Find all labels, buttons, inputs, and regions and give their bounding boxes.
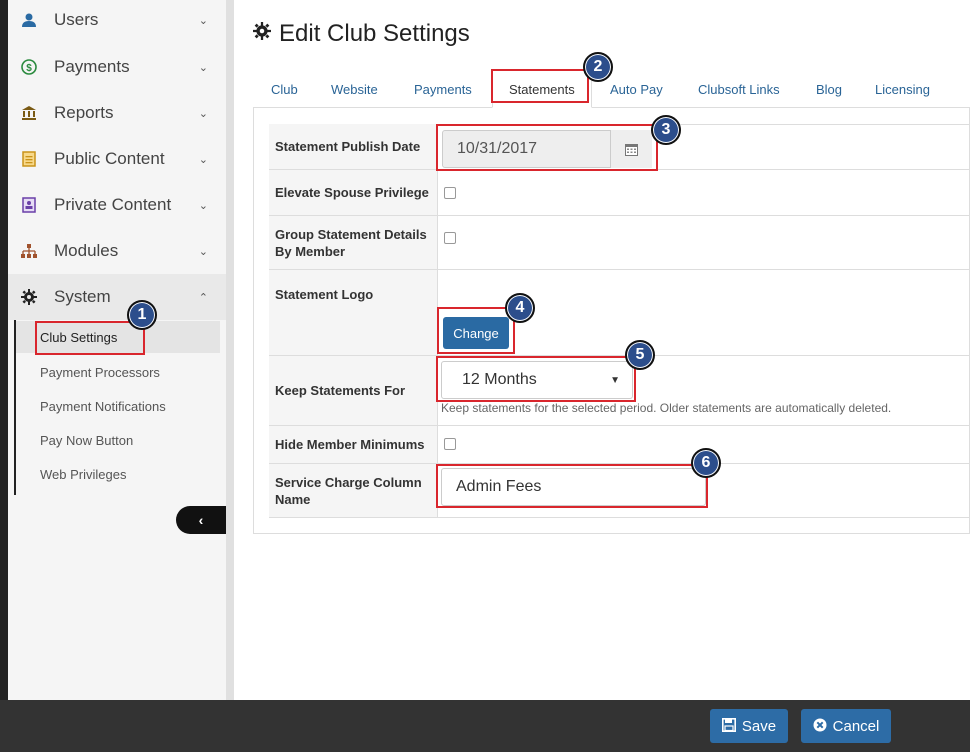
- dropdown-arrow-icon: ▼: [610, 374, 620, 386]
- tab-label: Licensing: [875, 81, 930, 97]
- chevron-down-icon: ⌄: [198, 61, 208, 74]
- keep-statements-help: Keep statements for the selected period.…: [441, 401, 892, 415]
- form-row-elevate-spouse: Elevate Spouse Privilege: [269, 170, 970, 216]
- submenu-item-web-privileges[interactable]: Web Privileges: [16, 458, 220, 490]
- submenu-item-payment-notifications[interactable]: Payment Notifications: [16, 390, 220, 422]
- page-title-text: Edit Club Settings: [279, 20, 470, 47]
- chevron-left-icon: ‹: [198, 512, 204, 528]
- bank-icon: [18, 104, 40, 122]
- submenu-item-pay-now-button[interactable]: Pay Now Button: [16, 424, 220, 456]
- tab-blog[interactable]: Blog: [800, 70, 858, 108]
- group-details-checkbox[interactable]: [444, 232, 456, 244]
- document-icon: [18, 150, 40, 168]
- hide-minimums-label: Hide Member Minimums: [269, 426, 438, 463]
- gear-icon: [253, 22, 271, 46]
- sidebar-item-label: Private Content: [54, 195, 172, 214]
- sidebar-item-label: Reports: [54, 103, 114, 122]
- svg-text:$: $: [26, 63, 32, 74]
- form-row-group-details: Group Statement Details By Member: [269, 216, 970, 270]
- callout-2: 2: [583, 52, 613, 82]
- calendar-button[interactable]: [610, 130, 652, 168]
- page-title: Edit Club Settings: [253, 20, 470, 48]
- tab-label: Clubsoft Links: [698, 81, 780, 97]
- submenu-label: Web Privileges: [40, 466, 127, 482]
- submenu-item-club-settings[interactable]: Club Settings: [16, 321, 220, 353]
- hide-minimums-checkbox[interactable]: [444, 438, 456, 450]
- floppy-disk-icon: [721, 717, 736, 735]
- collapse-sidebar-button[interactable]: ‹: [176, 506, 226, 534]
- callout-3: 3: [651, 115, 681, 145]
- statement-logo-label: Statement Logo: [269, 270, 438, 355]
- elevate-spouse-checkbox[interactable]: [444, 187, 456, 199]
- chevron-up-icon: ⌃: [198, 291, 208, 304]
- sidebar-item-private-content[interactable]: Private Content ⌄: [8, 182, 226, 228]
- chevron-down-icon: ⌄: [198, 14, 208, 27]
- user-icon: [18, 11, 40, 29]
- chevron-down-icon: ⌄: [198, 107, 208, 120]
- service-charge-label: Service Charge Column Name: [269, 464, 438, 517]
- sidebar-item-modules[interactable]: Modules ⌄: [8, 228, 226, 274]
- tab-licensing[interactable]: Licensing: [859, 70, 946, 108]
- close-circle-icon: [813, 718, 827, 735]
- submenu-label: Pay Now Button: [40, 432, 134, 448]
- tab-label: Website: [331, 81, 378, 97]
- sidebar-item-system[interactable]: System ⌃: [8, 274, 226, 320]
- tab-label: Club: [271, 81, 298, 97]
- change-logo-button[interactable]: Change: [443, 317, 509, 349]
- form-row-statement-logo: Statement Logo: [269, 270, 970, 356]
- publish-date-label: Statement Publish Date: [269, 124, 438, 169]
- keep-statements-select[interactable]: 12 Months ▼: [441, 361, 633, 399]
- tab-label: Blog: [816, 81, 843, 97]
- callout-1: 1: [127, 300, 157, 330]
- gear-icon: [18, 288, 40, 306]
- sidebar-item-label: Payments: [54, 57, 130, 76]
- tab-label: Statements: [509, 81, 575, 97]
- chevron-down-icon: ⌄: [198, 245, 208, 258]
- system-submenu: Club Settings Payment Processors Payment…: [14, 320, 220, 495]
- calendar-icon: [625, 143, 638, 156]
- tab-label: Payments: [414, 81, 472, 97]
- chevron-down-icon: ⌄: [198, 153, 208, 166]
- sidebar-divider: [226, 0, 234, 700]
- sidebar-item-reports[interactable]: Reports ⌄: [8, 90, 226, 136]
- dollar-circle-icon: $: [18, 58, 40, 76]
- service-charge-input[interactable]: Admin Fees: [441, 468, 706, 506]
- group-details-label: Group Statement Details By Member: [269, 216, 438, 269]
- chevron-down-icon: ⌄: [198, 199, 208, 212]
- sidebar-item-label: System: [54, 287, 111, 306]
- cancel-label: Cancel: [832, 717, 880, 735]
- cancel-button[interactable]: Cancel: [801, 709, 891, 743]
- sidebar-item-users[interactable]: Users ⌄: [8, 0, 226, 40]
- submenu-label: Payment Notifications: [40, 398, 166, 414]
- elevate-spouse-label: Elevate Spouse Privilege: [269, 170, 438, 215]
- tab-label: Auto Pay: [610, 81, 663, 97]
- sidebar-item-label: Modules: [54, 241, 119, 260]
- tab-club[interactable]: Club: [255, 70, 314, 108]
- sidebar-item-label: Users: [54, 10, 99, 29]
- sidebar-item-label: Public Content: [54, 149, 165, 168]
- keep-statements-label: Keep Statements For: [269, 356, 438, 425]
- tab-payments[interactable]: Payments: [398, 70, 488, 108]
- service-charge-value: Admin Fees: [456, 478, 542, 495]
- submenu-item-payment-processors[interactable]: Payment Processors: [16, 356, 220, 388]
- form-row-hide-minimums: Hide Member Minimums: [269, 426, 970, 464]
- tab-clubsoft-links[interactable]: Clubsoft Links: [682, 70, 796, 108]
- tab-statements[interactable]: Statements: [492, 70, 592, 108]
- callout-6: 6: [691, 448, 721, 478]
- callout-5: 5: [625, 340, 655, 370]
- tab-bar: Club Website Payments Statements Auto Pa…: [253, 70, 970, 108]
- tab-website[interactable]: Website: [315, 70, 394, 108]
- sitemap-icon: [18, 242, 40, 260]
- callout-4: 4: [505, 293, 535, 323]
- save-label: Save: [741, 717, 777, 735]
- sidebar-item-payments[interactable]: $ Payments ⌄: [8, 44, 226, 90]
- submenu-label: Payment Processors: [40, 364, 160, 380]
- sidebar-item-public-content[interactable]: Public Content ⌄: [8, 136, 226, 182]
- publish-date-value: 10/31/2017: [457, 140, 538, 157]
- locked-document-icon: [18, 196, 40, 214]
- save-button[interactable]: Save: [710, 709, 788, 743]
- submenu-label: Club Settings: [40, 329, 118, 345]
- keep-statements-value: 12 Months: [462, 371, 537, 388]
